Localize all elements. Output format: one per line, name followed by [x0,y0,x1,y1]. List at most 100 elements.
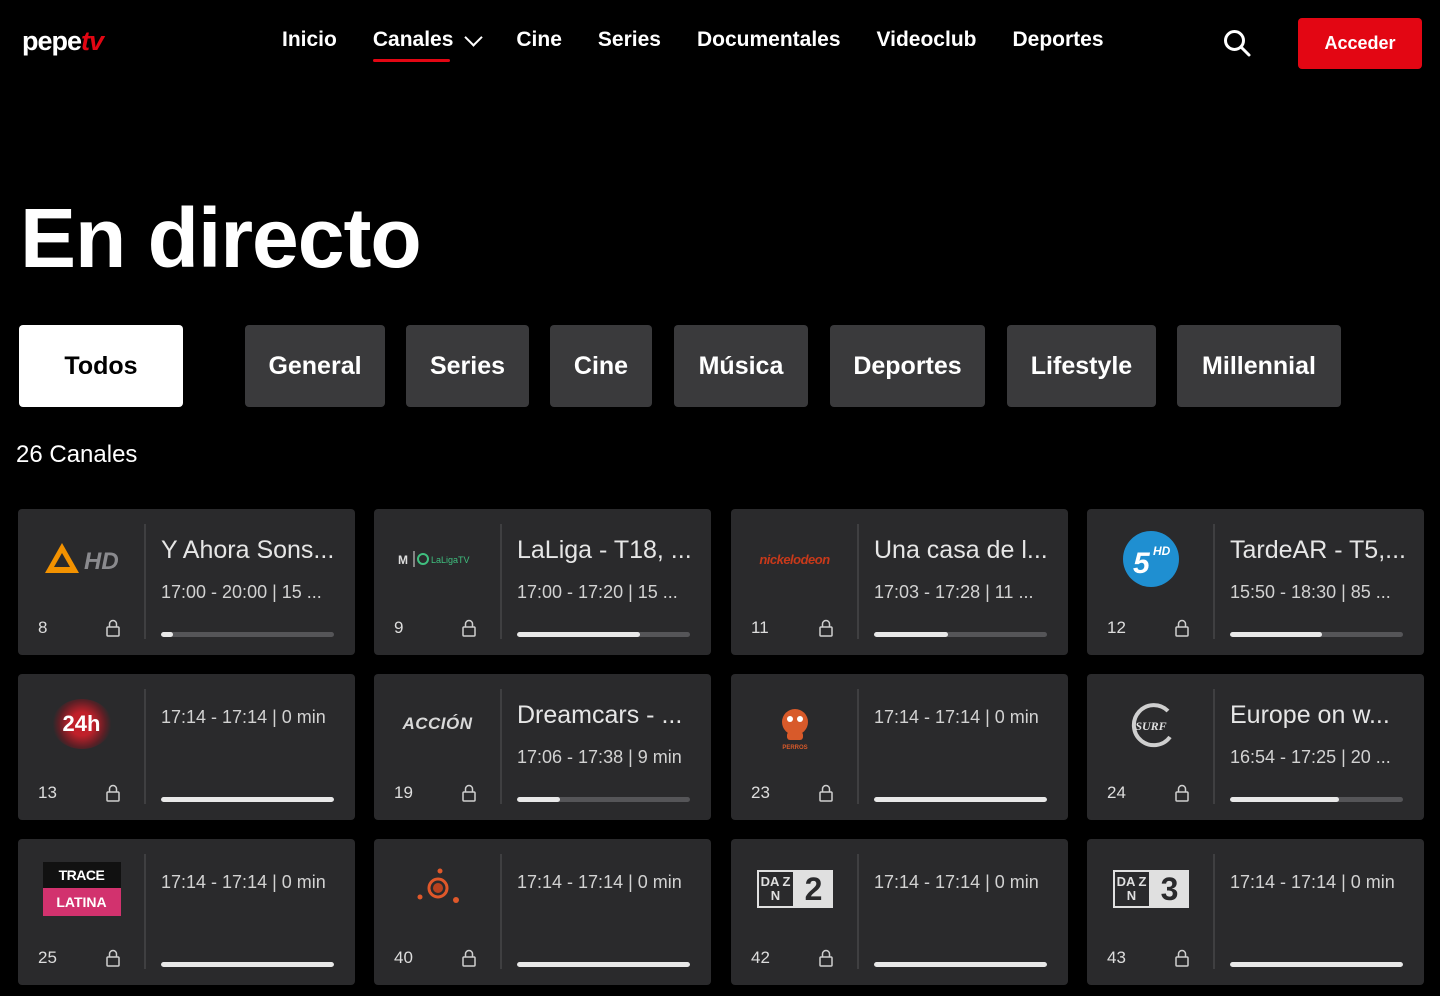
cinco-hd-logo: 5 HD [1087,509,1214,609]
filter-deportes[interactable]: Deportes [830,325,985,407]
logo-label-secondary: LATINA [42,888,121,916]
progress-bar [1230,962,1403,967]
channel-card[interactable]: HD 8 Y Ahora Sons... 17:00 - 20:00 | 15 … [18,509,355,655]
card-divider [500,689,502,804]
card-divider [144,854,146,969]
logo-label: nickelodeon [759,551,830,567]
nav-item-label: Documentales [696,28,841,51]
nav-item-cine[interactable]: Cine [516,28,562,62]
program-time: 17:14 - 17:14 | 0 min [874,872,1039,892]
channel-card[interactable]: 5 HD 12 TardeAR - T5,... 15:50 - 18:30 |… [1087,509,1424,655]
channel-number: 40 [394,948,413,967]
logo-label: HD [84,548,119,575]
progress-fill [517,797,561,802]
filter-general[interactable]: General [245,325,385,407]
progress-fill [1230,962,1403,967]
nav-item-label: Videoclub [876,28,977,51]
program-title: TardeAR - T5,... [1230,536,1406,564]
progress-fill [874,962,1047,967]
trace-latina-logo: TRACE LATINA [18,839,145,939]
channel-card[interactable]: M LaLigaTV 9 LaLiga - T18, ... 17:00 - 1… [374,509,711,655]
channel-card[interactable]: DA ZN 2 42 17:14 - 17:14 | 0 min [731,839,1068,985]
card-divider [1213,689,1215,804]
lock-icon [106,949,120,967]
lock-icon [1175,949,1189,967]
nav-item-label: Deportes [1012,28,1104,51]
channel-card[interactable]: nickelodeon 11 Una casa de l... 17:03 - … [731,509,1068,655]
search-icon[interactable] [1222,28,1252,58]
program-time: 17:00 - 20:00 | 15 ... [161,582,322,602]
logo-number: 2 [794,870,833,908]
channel-number: 42 [751,948,770,967]
channel-card[interactable]: DA ZN 3 43 17:14 - 17:14 | 0 min [1087,839,1424,985]
channel-number: 25 [38,948,57,967]
card-divider [500,524,502,639]
progress-bar [161,797,334,802]
channel-number: 9 [394,618,404,637]
progress-fill [1230,632,1322,637]
filter-series[interactable]: Series [406,325,529,407]
channel-number: 24 [1107,783,1126,802]
chevron-down-icon[interactable] [464,28,484,47]
page-title: En directo [20,191,422,285]
channel-card[interactable]: 24h 13 17:14 - 17:14 | 0 min [18,674,355,820]
nav-item-series[interactable]: Series [598,28,661,62]
antena3-hd-logo: HD [18,509,145,609]
accion-logo: ACCIÓN [374,674,501,774]
progress-bar [874,962,1047,967]
filter-musica[interactable]: Música [674,325,808,407]
channel-card[interactable]: ACCIÓN 19 Dreamcars - ... 17:06 - 17:38 … [374,674,711,820]
nav-item-deportes[interactable]: Deportes [1012,28,1103,62]
logo-label: DA ZN [756,870,795,908]
filter-millennial[interactable]: Millennial [1177,325,1341,407]
program-time: 16:54 - 17:25 | 20 ... [1230,747,1391,767]
program-time: 17:14 - 17:14 | 0 min [1230,872,1395,892]
svg-text:M: M [398,553,408,567]
lock-icon [106,619,120,637]
nav-item-documentales[interactable]: Documentales [697,28,841,62]
channel-card[interactable]: 40 17:14 - 17:14 | 0 min [374,839,711,985]
lock-icon [462,619,476,637]
trace-latina-box: TRACE LATINA [42,862,121,916]
progress-fill [161,797,334,802]
dazn-2-logo: DA ZN 2 [731,839,858,939]
channel-number: 43 [1107,948,1126,967]
card-divider [857,854,859,969]
program-time: 17:03 - 17:28 | 11 ... [874,582,1034,602]
channel-card[interactable]: TRACE LATINA 25 17:14 - 17:14 | 0 min [18,839,355,985]
program-time: 15:50 - 18:30 | 85 ... [1230,582,1391,602]
logo-label: DA ZN [1112,870,1151,908]
laliga-tv-logo: M LaLigaTV [374,509,501,609]
nav-item-canales[interactable]: Canales [372,28,484,62]
progress-fill [874,797,1047,802]
nickelodeon-logo: nickelodeon [731,509,858,609]
lock-icon [819,784,833,802]
filter-lifestyle[interactable]: Lifestyle [1007,325,1156,407]
program-time: 17:14 - 17:14 | 0 min [517,872,682,892]
pepetv-logo[interactable]: pepetv [22,26,104,60]
filter-cine[interactable]: Cine [550,325,652,407]
nav-item-label: Canales [372,28,454,51]
program-title: LaLiga - T18, ... [517,536,692,564]
progress-bar [874,797,1047,802]
dazn-3-logo: DA ZN 3 [1087,839,1214,939]
lock-icon [462,949,476,967]
top-header: pepetv Inicio Canales Cine Series Docume… [0,0,1440,86]
nav-item-inicio[interactable]: Inicio [282,28,337,62]
channel-card[interactable]: PERROS 23 17:14 - 17:14 | 0 min [731,674,1068,820]
24h-logo: 24h [18,674,145,774]
card-divider [500,854,502,969]
nav-item-videoclub[interactable]: Videoclub [877,28,977,62]
channel-card[interactable]: SURF 24 Europe on w... 16:54 - 17:25 | 2… [1087,674,1424,820]
lock-icon [1175,619,1189,637]
progress-fill [161,632,174,637]
card-divider [857,524,859,639]
filter-todos[interactable]: Todos [19,325,183,407]
24h-glow: 24h [51,699,112,749]
progress-bar [874,632,1047,637]
card-divider [857,689,859,804]
logo-label: PERROS [782,745,807,751]
progress-bar [1230,632,1403,637]
login-button[interactable]: Acceder [1298,18,1422,69]
channel-number: 8 [38,618,48,637]
